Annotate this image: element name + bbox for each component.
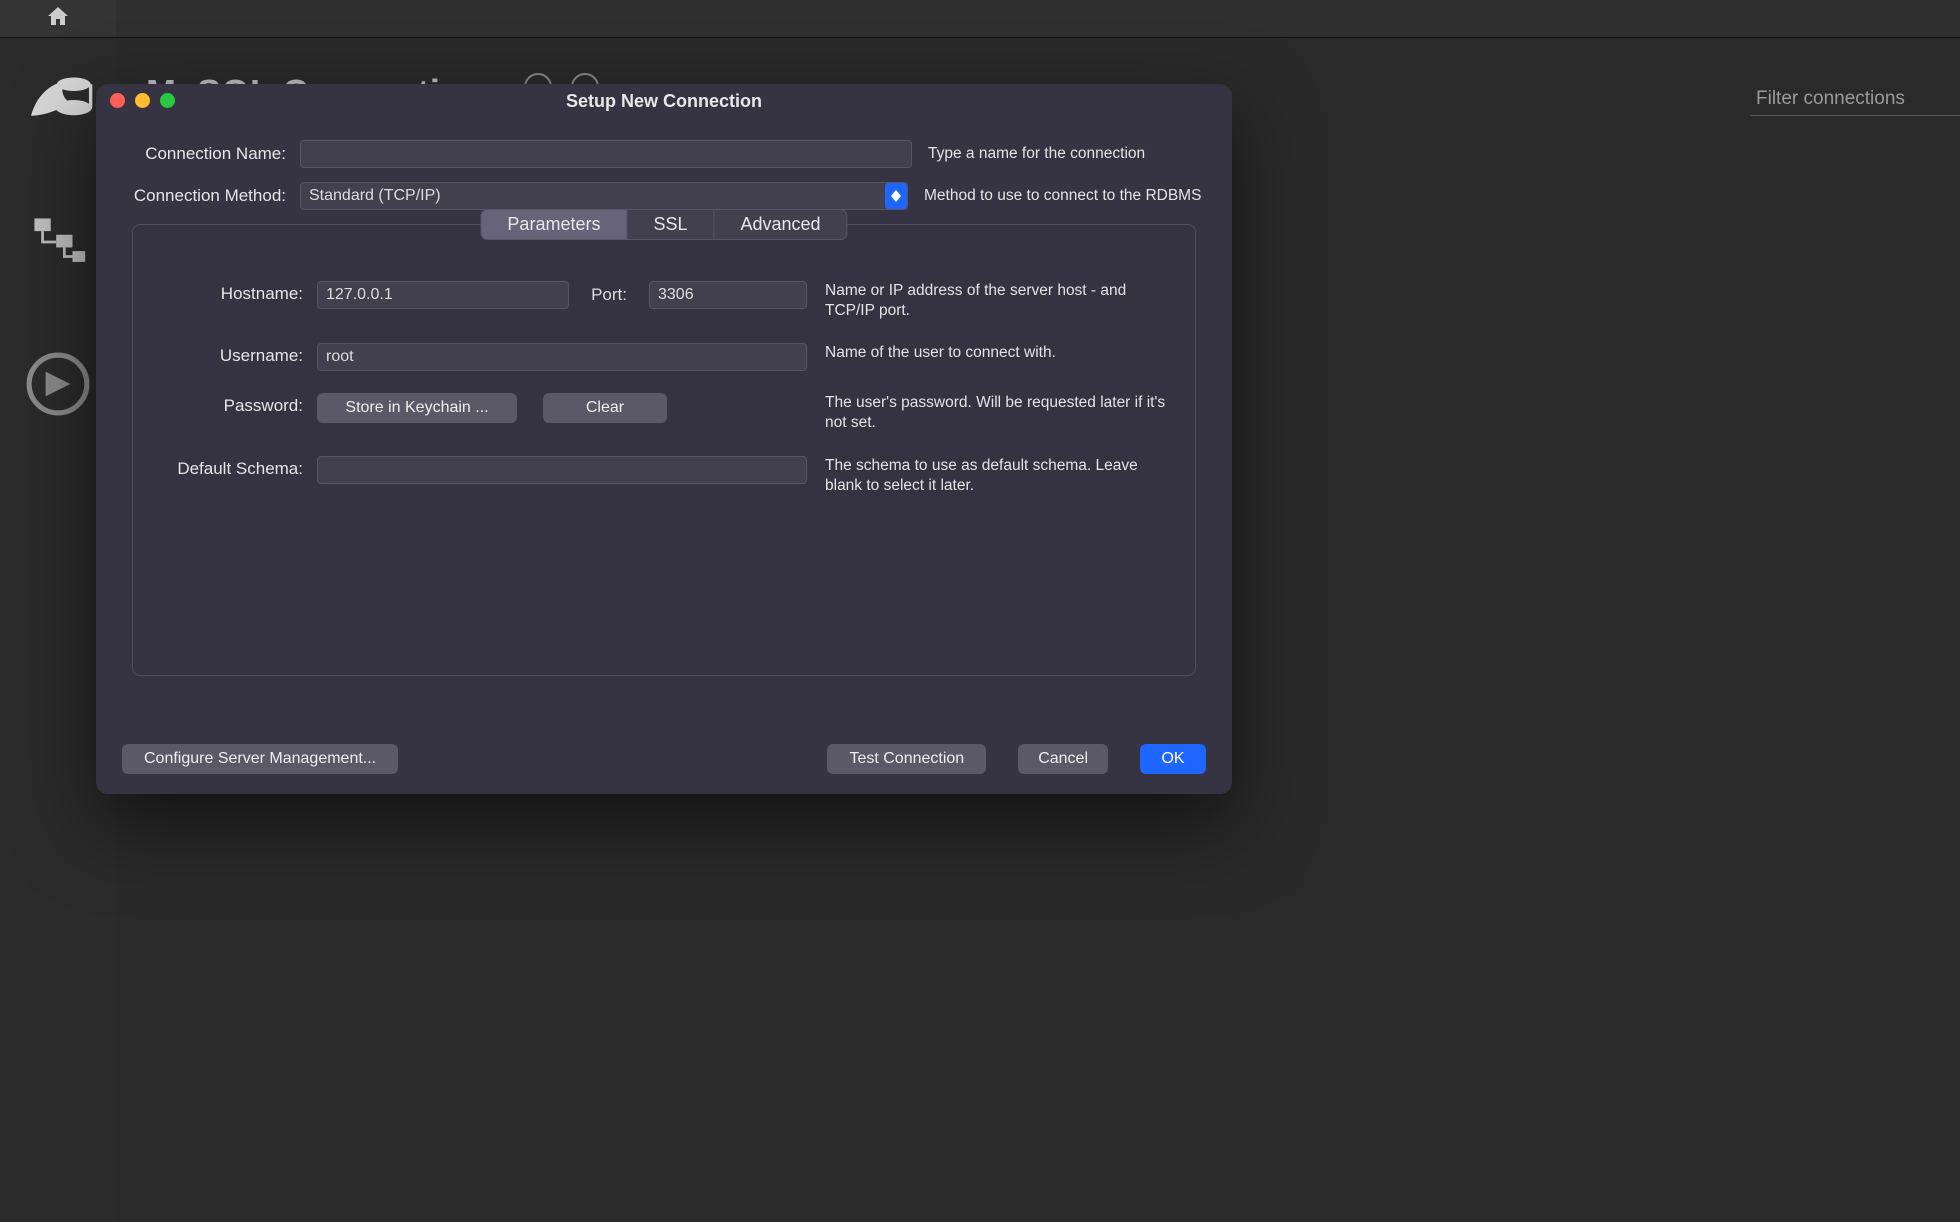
hostname-label: Hostname: [151, 281, 317, 304]
connection-method-value: Standard (TCP/IP) [309, 187, 441, 205]
default-schema-label: Default Schema: [151, 456, 317, 479]
connection-name-label: Connection Name: [122, 144, 300, 164]
setup-new-connection-dialog: Setup New Connection Connection Name: Ty… [96, 84, 1232, 794]
home-tab[interactable] [0, 0, 116, 37]
clear-password-button[interactable]: Clear [543, 393, 667, 423]
dialog-title: Setup New Connection [96, 91, 1232, 112]
dialog-footer: Configure Server Management... Test Conn… [96, 744, 1232, 774]
select-arrows-icon [885, 183, 907, 209]
dialog-titlebar: Setup New Connection [96, 84, 1232, 118]
window-minimize-icon[interactable] [135, 93, 150, 108]
cancel-button[interactable]: Cancel [1018, 744, 1108, 774]
migrate-icon[interactable] [22, 348, 94, 420]
username-input[interactable] [317, 343, 807, 371]
port-input[interactable] [649, 281, 807, 309]
window-close-icon[interactable] [110, 93, 125, 108]
hostname-hint: Name or IP address of the server host - … [807, 281, 1177, 321]
connection-method-label: Connection Method: [122, 186, 300, 206]
dolphin-db-icon[interactable] [22, 64, 94, 136]
hostname-input[interactable] [317, 281, 569, 309]
tab-advanced[interactable]: Advanced [715, 210, 847, 239]
default-schema-hint: The schema to use as default schema. Lea… [807, 456, 1177, 496]
tab-parameters[interactable]: Parameters [481, 210, 626, 239]
username-hint: Name of the user to connect with. [807, 343, 1177, 363]
ok-button[interactable]: OK [1140, 744, 1206, 774]
password-label: Password: [151, 393, 317, 416]
port-label: Port: [591, 285, 627, 305]
default-schema-input[interactable] [317, 456, 807, 484]
window-zoom-icon[interactable] [160, 93, 175, 108]
home-icon [46, 4, 70, 33]
model-icon[interactable] [22, 206, 94, 278]
dialog-tabs: Parameters SSL Advanced [480, 209, 847, 240]
tab-ssl[interactable]: SSL [627, 210, 713, 239]
configure-server-management-button[interactable]: Configure Server Management... [122, 744, 398, 774]
test-connection-button[interactable]: Test Connection [827, 744, 986, 774]
filter-connections-input[interactable]: Filter connections [1750, 82, 1960, 116]
connection-name-input[interactable] [300, 140, 912, 168]
connection-name-hint: Type a name for the connection [912, 145, 1206, 163]
username-label: Username: [151, 343, 317, 366]
password-hint: The user's password. Will be requested l… [807, 393, 1177, 433]
parameters-panel: Parameters SSL Advanced Hostname: Port: … [132, 224, 1196, 676]
connection-method-select[interactable]: Standard (TCP/IP) [300, 182, 908, 210]
top-bar [0, 0, 1960, 38]
filter-placeholder-text: Filter connections [1756, 88, 1905, 110]
store-in-keychain-button[interactable]: Store in Keychain ... [317, 393, 517, 423]
connection-method-hint: Method to use to connect to the RDBMS [908, 187, 1206, 205]
